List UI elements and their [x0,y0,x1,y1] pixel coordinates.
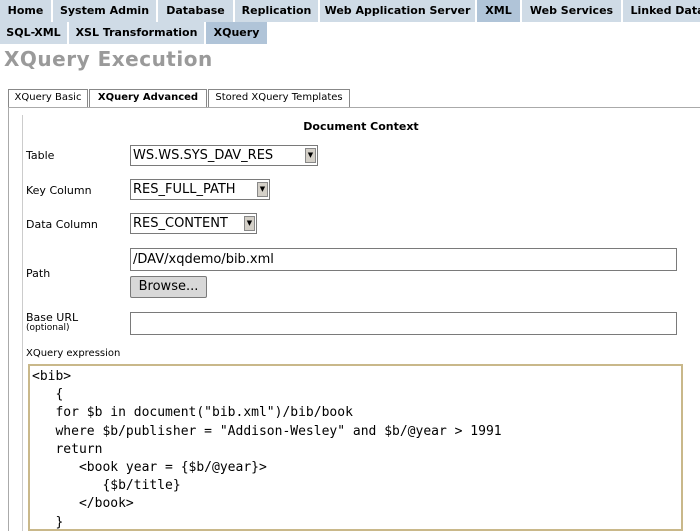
subnav-tab-sql-xml[interactable]: SQL-XML [0,22,68,44]
nav-tab-linked-data[interactable]: Linked Data [623,0,700,22]
nav-tab-system-admin[interactable]: System Admin [53,0,157,22]
nav-tab-home[interactable]: Home [0,0,52,22]
browse-button[interactable]: Browse... [130,276,207,298]
subnav-tab-xsl-transformation[interactable]: XSL Transformation [69,22,205,44]
table-select-value: WS.WS.SYS_DAV_RES [133,148,274,163]
base-url-optional-note: (optional) [26,323,70,333]
chevron-down-icon: ▼ [244,216,255,231]
table-select[interactable]: WS.WS.SYS_DAV_RES ▼ [130,145,318,166]
key-column-select[interactable]: RES_FULL_PATH ▼ [130,179,270,200]
chevron-down-icon: ▼ [305,148,316,163]
subnav-tab-xquery[interactable]: XQuery [206,22,268,44]
tab-xquery-advanced[interactable]: XQuery Advanced [89,89,207,108]
tab-xquery-basic[interactable]: XQuery Basic [8,89,88,107]
xquery-expression-text: <bib> { for $b in document("bib.xml")/bi… [32,369,502,530]
page-title: XQuery Execution [4,47,213,71]
table-label: Table [26,149,55,162]
chevron-down-icon: ▼ [257,182,268,197]
nav-tab-web-services[interactable]: Web Services [522,0,622,22]
sub-navigation: SQL-XML XSL Transformation XQuery [0,22,700,44]
base-url-label: Base URL (optional) [26,311,78,333]
xquery-expression-label: XQuery expression [26,348,121,359]
nav-tab-database[interactable]: Database [158,0,234,22]
section-title: Document Context [303,120,419,133]
key-column-select-value: RES_FULL_PATH [133,182,236,197]
base-url-input[interactable] [130,312,677,335]
data-column-select[interactable]: RES_CONTENT ▼ [130,213,257,234]
xquery-expression-textarea[interactable]: <bib> { for $b in document("bib.xml")/bi… [28,364,683,531]
path-label: Path [26,267,51,280]
data-column-label: Data Column [26,218,98,231]
key-column-label: Key Column [26,184,92,197]
nav-tab-replication[interactable]: Replication [235,0,319,22]
nav-tab-xml[interactable]: XML [477,0,521,22]
tab-stored-xquery-templates[interactable]: Stored XQuery Templates [208,89,350,107]
data-column-select-value: RES_CONTENT [133,216,228,231]
path-input[interactable] [130,248,677,271]
top-navigation: Home System Admin Database Replication W… [0,0,700,22]
nav-tab-web-application-server[interactable]: Web Application Server [320,0,476,22]
